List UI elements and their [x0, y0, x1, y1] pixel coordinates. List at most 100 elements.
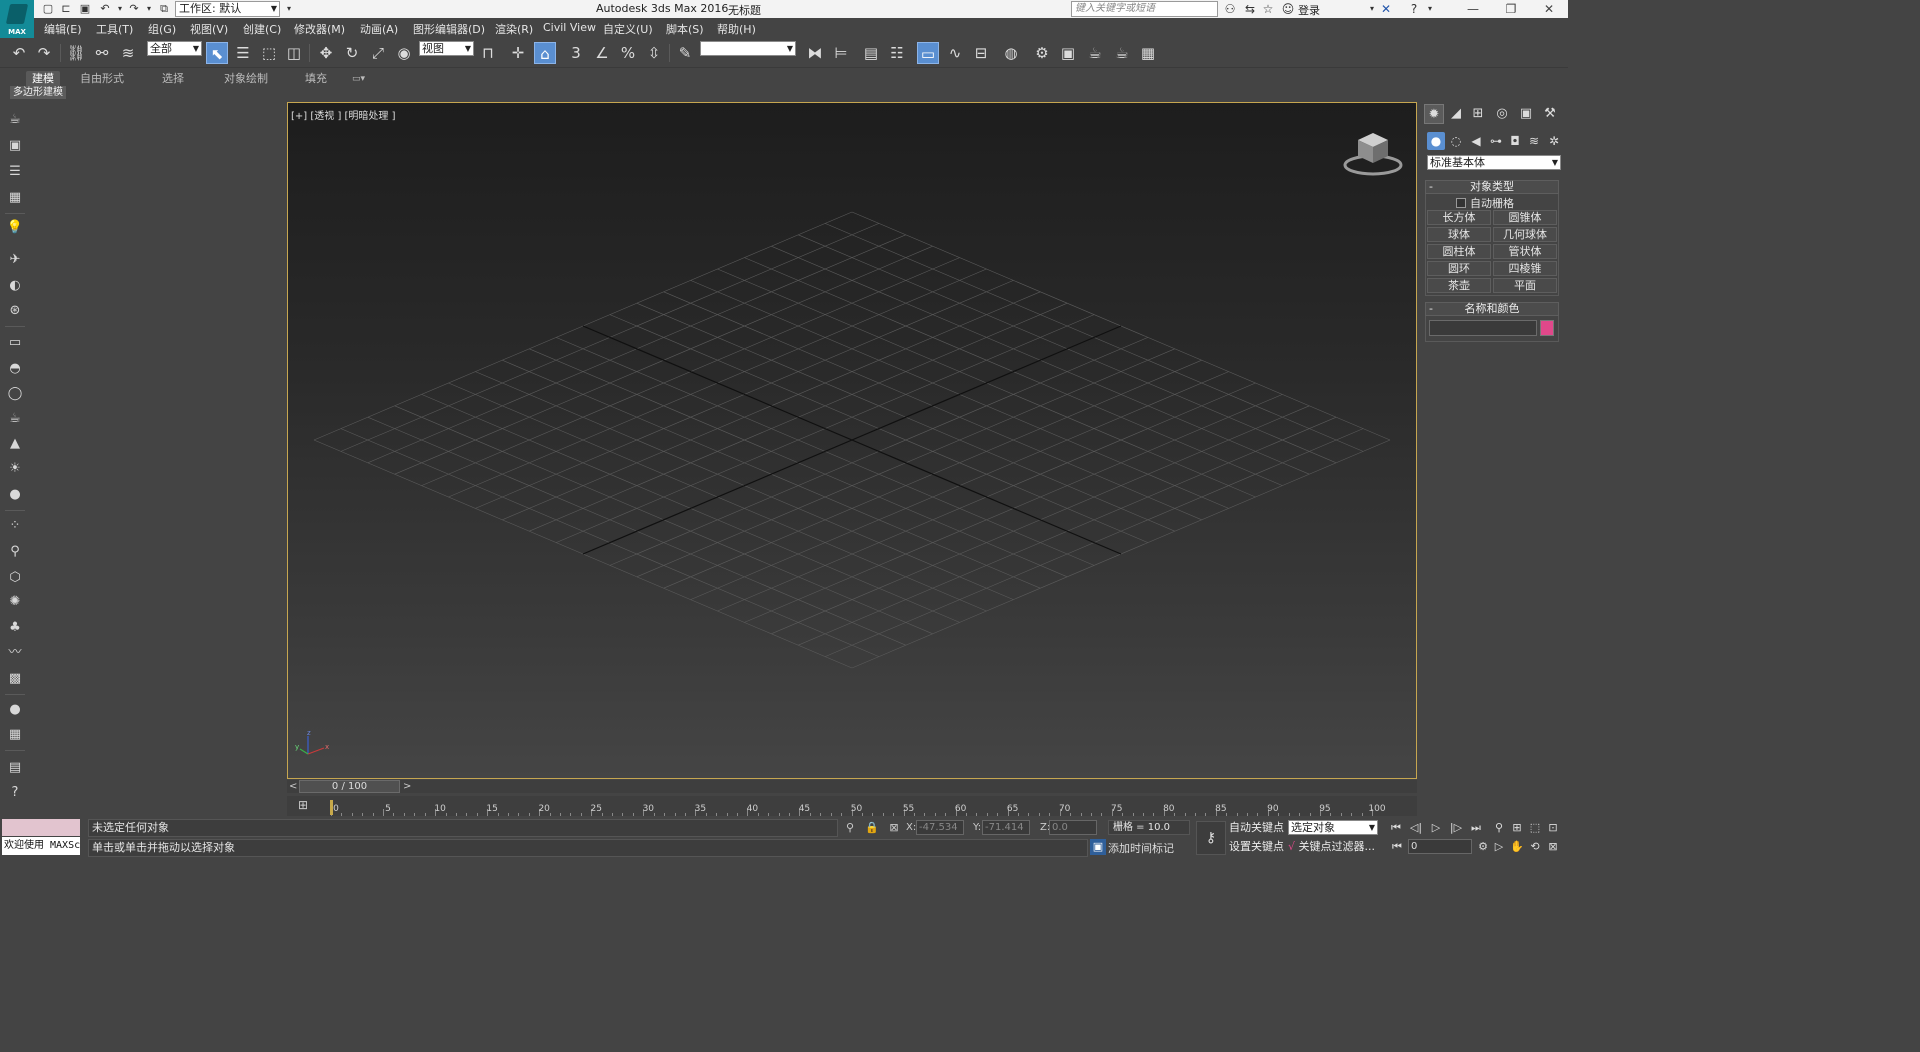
login-link[interactable]: 登录: [1298, 2, 1320, 18]
select-and-move-icon[interactable]: ✥: [315, 42, 337, 64]
next-frame-icon[interactable]: |▷: [1447, 820, 1465, 836]
menu-scripting[interactable]: 脚本(S): [666, 21, 704, 37]
scene-explorer-icon[interactable]: ▤: [860, 42, 882, 64]
play-icon[interactable]: ▷: [1427, 820, 1445, 836]
undo-quick-icon[interactable]: ↶: [98, 2, 112, 16]
bind-to-space-warp-icon[interactable]: ≋: [117, 42, 139, 64]
undo-dropdown-icon[interactable]: ▾: [113, 2, 127, 16]
help-dropdown-icon[interactable]: ▾: [1422, 1, 1438, 17]
redo-quick-icon[interactable]: ↷: [127, 2, 141, 16]
angle-snap-icon[interactable]: ∠: [591, 42, 613, 64]
maxscript-listener-input[interactable]: [2, 819, 80, 836]
render-in-cloud-icon[interactable]: ▦: [1137, 42, 1159, 64]
help-circle-icon[interactable]: ?: [5, 783, 25, 803]
maximize-viewport-icon[interactable]: ⊠: [1544, 839, 1562, 855]
open-file-icon[interactable]: ⊏: [59, 2, 73, 16]
menu-edit[interactable]: 编辑(E): [44, 21, 82, 37]
menu-tools[interactable]: 工具(T): [96, 21, 133, 37]
display-tab-icon[interactable]: ▣: [1516, 104, 1536, 124]
grass-icon[interactable]: ♣: [5, 618, 25, 638]
binoculars-icon[interactable]: ⚇: [1222, 1, 1238, 17]
schematic-view-icon[interactable]: ⊟: [970, 42, 992, 64]
pyramid-button[interactable]: 四棱锥: [1493, 261, 1557, 276]
teapot-button[interactable]: 茶壶: [1427, 278, 1491, 293]
shapes-category-icon[interactable]: ◌: [1447, 132, 1465, 150]
menu-help[interactable]: 帮助(H): [717, 21, 756, 37]
cylinder-button[interactable]: 圆柱体: [1427, 244, 1491, 259]
perspective-viewport[interactable]: [+] [透视 ] [明暗处理 ] z x y: [287, 102, 1417, 779]
object-color-swatch[interactable]: [1540, 320, 1554, 336]
box-button[interactable]: 长方体: [1427, 210, 1491, 225]
material-editor-icon[interactable]: ◍: [1000, 42, 1022, 64]
hemisphere-icon[interactable]: ◓: [5, 359, 25, 379]
hair-fur-icon[interactable]: 〰: [5, 643, 25, 663]
snaps-toggle-icon[interactable]: 3: [565, 42, 587, 64]
select-and-manipulate-icon[interactable]: ✛: [507, 42, 529, 64]
add-time-tag-button[interactable]: 添加时间标记: [1108, 840, 1174, 856]
motion-tab-icon[interactable]: ◎: [1492, 104, 1512, 124]
material-sphere-icon[interactable]: ●: [5, 700, 25, 720]
menu-create[interactable]: 创建(C): [243, 21, 281, 37]
modify-tab-icon[interactable]: ◢: [1446, 104, 1466, 124]
lights-category-icon[interactable]: ◀: [1467, 132, 1485, 150]
percent-snap-icon[interactable]: %: [617, 42, 639, 64]
list-panel-icon[interactable]: ☰: [5, 162, 25, 182]
light-bulb-icon[interactable]: 💡: [5, 218, 25, 238]
set-key-mode-icon[interactable]: ⚷: [1196, 821, 1226, 855]
mirror-icon[interactable]: ⧓: [804, 42, 826, 64]
scene-states-icon[interactable]: ▤: [5, 758, 25, 778]
use-pivot-center-icon[interactable]: ⊓: [477, 42, 499, 64]
geosphere-icon[interactable]: ⬡: [5, 568, 25, 588]
geometry-category-icon[interactable]: ●: [1427, 132, 1445, 150]
object-name-input[interactable]: [1429, 320, 1537, 336]
window-crossing-icon[interactable]: ◫: [283, 42, 305, 64]
customize-quick-access-icon[interactable]: ▾: [282, 2, 296, 16]
save-file-icon[interactable]: ▣: [78, 2, 92, 16]
reference-coordinate-dropdown[interactable]: 视图 ▼: [419, 41, 474, 56]
ribbon-panel-polygon-modeling[interactable]: 多边形建模: [10, 86, 66, 99]
render-production-icon[interactable]: ☕: [1084, 42, 1106, 64]
layer-explorer-icon[interactable]: ☷: [886, 42, 908, 64]
subscription-icon[interactable]: ⇆: [1242, 1, 1258, 17]
create-tab-icon[interactable]: ✹: [1424, 104, 1444, 124]
rectangular-selection-icon[interactable]: ⬚: [258, 42, 280, 64]
user-icon[interactable]: ☺: [1280, 1, 1296, 17]
key-mode-toggle-icon[interactable]: ⏮: [1388, 839, 1406, 855]
search-input[interactable]: 键入关键字或短语: [1071, 1, 1218, 17]
time-slider-thumb[interactable]: 0 / 100: [299, 780, 400, 793]
hierarchy-tab-icon[interactable]: ⊞: [1468, 104, 1488, 124]
zoom-all-icon[interactable]: ⊞: [1508, 820, 1526, 836]
object-type-rollout-header[interactable]: - 对象类型: [1425, 180, 1559, 194]
keyboard-shortcut-override-icon[interactable]: ⌂: [534, 42, 556, 64]
autogrid-checkbox[interactable]: 自动栅格: [1456, 195, 1514, 211]
edit-named-selection-icon[interactable]: ✎: [674, 42, 696, 64]
time-tag-icon[interactable]: ▣: [1090, 839, 1106, 855]
unlink-selection-icon[interactable]: ⚯: [91, 42, 113, 64]
ribbon-tab-modeling[interactable]: 建模: [26, 71, 60, 87]
project-folder-icon[interactable]: ⧉: [157, 2, 171, 16]
sun-light-icon[interactable]: ☀: [5, 459, 25, 479]
track-bar[interactable]: ⊞ 0 5 10 15 20 25 30 35 40 45 50 55 60 65 70 75 80 85 90 95…: [287, 796, 1417, 816]
close-icon[interactable]: ✕: [1530, 0, 1568, 18]
camera-icon[interactable]: ✈: [5, 250, 25, 270]
plane-button[interactable]: 平面: [1493, 278, 1557, 293]
toggle-ribbon-icon[interactable]: ▭: [917, 42, 939, 64]
tube-button[interactable]: 管状体: [1493, 244, 1557, 259]
space-warps-category-icon[interactable]: ≋: [1525, 132, 1543, 150]
isolate-pin-icon[interactable]: ⚲: [842, 820, 858, 836]
field-of-view-icon[interactable]: ▷: [1490, 839, 1508, 855]
render-setup-icon[interactable]: ⚙: [1031, 42, 1053, 64]
go-to-start-icon[interactable]: ⏮: [1387, 820, 1405, 836]
zoom-icon[interactable]: ⚲: [1490, 820, 1508, 836]
z-coord-field[interactable]: 0.0: [1049, 820, 1097, 835]
select-by-name-icon[interactable]: ☰: [232, 42, 254, 64]
teapot-create-icon[interactable]: ☕: [5, 110, 25, 130]
align-icon[interactable]: ⊨: [830, 42, 852, 64]
systems-category-icon[interactable]: ✲: [1545, 132, 1563, 150]
select-and-scale-icon[interactable]: ⤢: [367, 42, 389, 64]
cameras-category-icon[interactable]: ⊶: [1487, 132, 1505, 150]
zoom-extents-all-icon[interactable]: ⊡: [1544, 820, 1562, 836]
viewcube[interactable]: [1342, 129, 1404, 179]
mini-curve-editor-icon[interactable]: ⊞: [295, 798, 311, 814]
redo-dropdown-icon[interactable]: ▾: [142, 2, 156, 16]
